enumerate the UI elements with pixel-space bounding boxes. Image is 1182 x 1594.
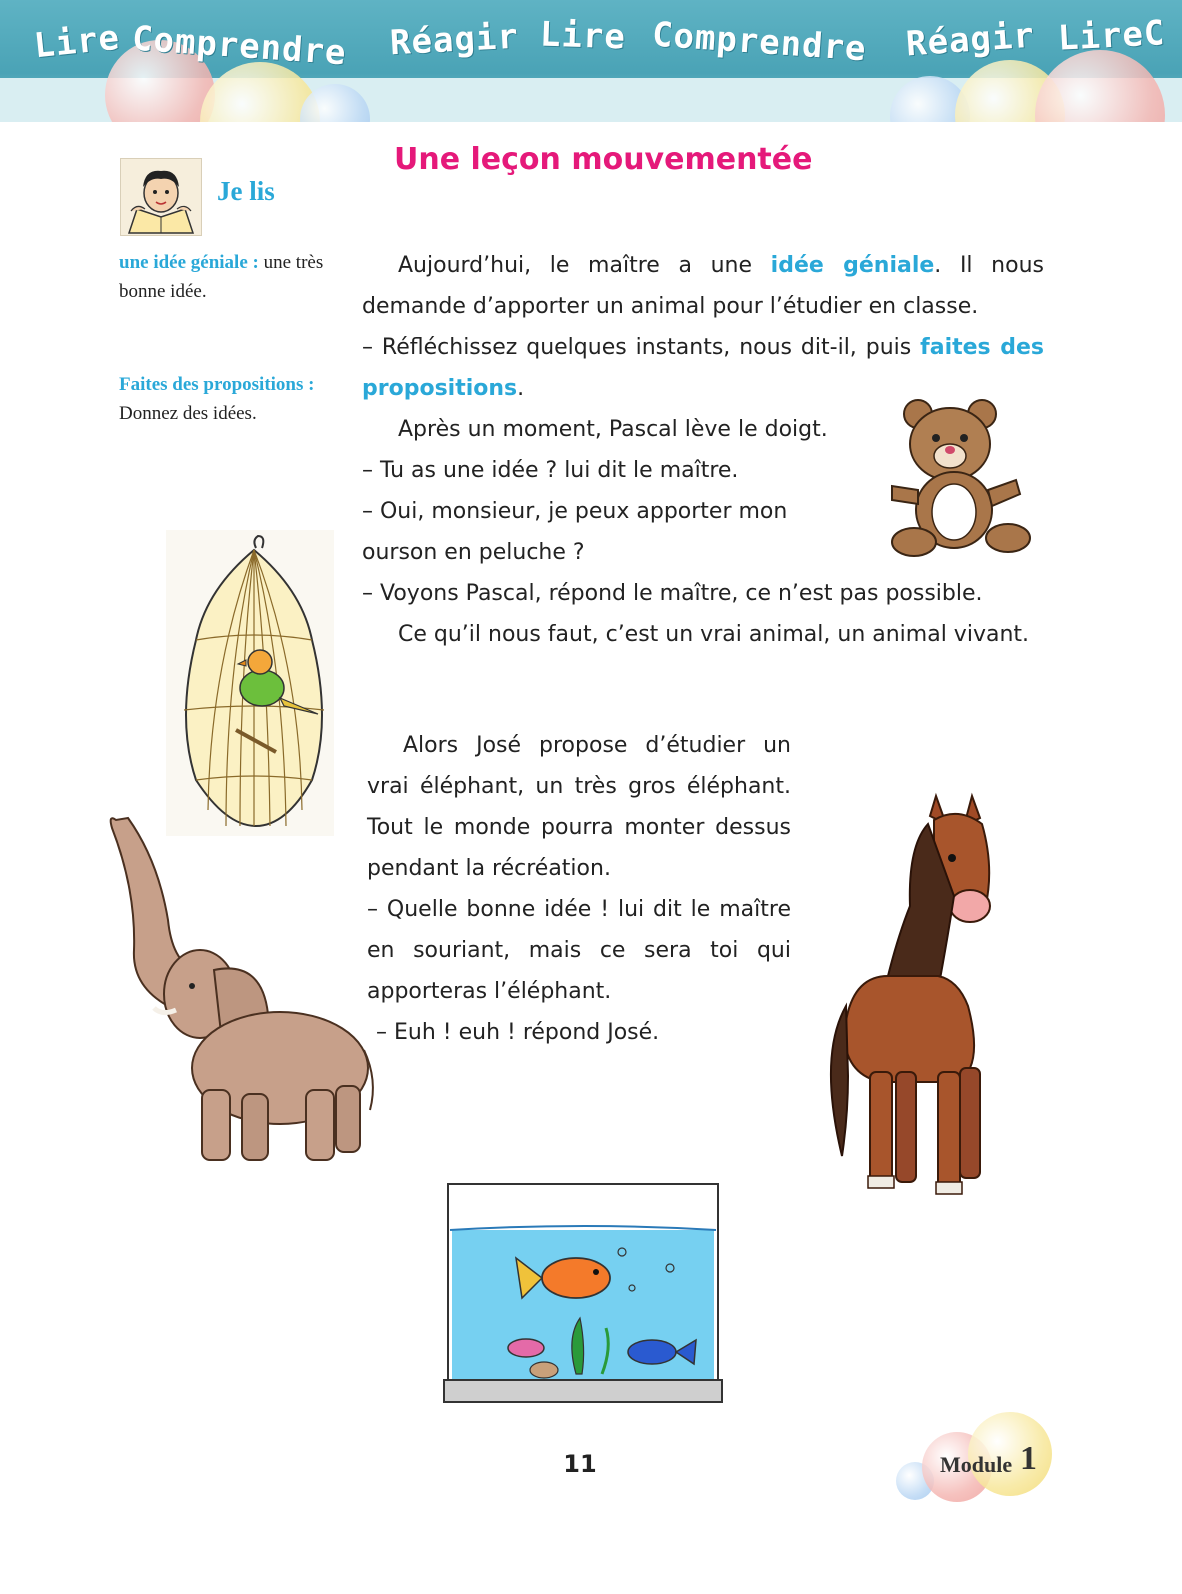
story-text: – Réfléchissez quelques instants, nous d… bbox=[362, 335, 912, 360]
story-line: – Tu as une idée ? lui dit le maître. bbox=[362, 458, 739, 483]
story-paragraph-1: Aujourd’hui, le maître a une idée génial… bbox=[362, 245, 1044, 327]
story-paragraph-5: – Quelle bonne idée ! lui dit le maître … bbox=[367, 897, 791, 1004]
aquarium-illustration bbox=[443, 1183, 723, 1403]
reading-child-illustration bbox=[120, 158, 202, 236]
story-line: – Voyons Pascal, répond le maître, ce n’… bbox=[362, 581, 983, 606]
glossary-term: une idée géniale : bbox=[119, 252, 259, 273]
banner-word: Comprendre bbox=[650, 14, 868, 70]
banner-word: Lire bbox=[539, 14, 627, 58]
page-number: 11 bbox=[563, 1450, 597, 1478]
banner-word: Lire bbox=[32, 17, 122, 67]
banner-words: Lire Comprendre Réagir Lire Comprendre R… bbox=[0, 0, 1182, 80]
elephant-illustration bbox=[109, 816, 374, 1161]
story-paragraph-6: – Euh ! euh ! répond José. bbox=[376, 1020, 660, 1045]
story-text: . bbox=[517, 376, 525, 401]
story-paragraph-4: Alors José propose d’étudier un vrai élé… bbox=[367, 733, 791, 881]
header-banner: Lire Comprendre Réagir Lire Comprendre R… bbox=[0, 0, 1182, 122]
banner-word: Comprendre bbox=[130, 18, 348, 74]
banner-word: LireC bbox=[1057, 13, 1167, 59]
glossary-term: Faites des propositions : bbox=[119, 374, 315, 395]
banner-word: Réagir bbox=[904, 15, 1037, 65]
module-number: 1 bbox=[1020, 1440, 1037, 1477]
glossary-entry: une idée géniale : une très bonne idée. bbox=[119, 248, 349, 306]
story-line: – Oui, monsieur, je peux apporter mon bbox=[362, 499, 788, 524]
story-line: ourson en peluche ? bbox=[362, 540, 585, 565]
banner-word: Réagir bbox=[389, 16, 520, 64]
module-label: Module bbox=[940, 1452, 1013, 1477]
section-label: Je lis bbox=[217, 176, 275, 206]
glossary-definition: Donnez des idées. bbox=[119, 403, 257, 424]
story-line: Ce qu’il nous faut, c’est un vrai animal… bbox=[398, 622, 1030, 647]
bird-cage-illustration bbox=[166, 530, 334, 836]
highlight-term: idée géniale bbox=[770, 253, 935, 278]
story-line: Après un moment, Pascal lève le doigt. bbox=[398, 417, 828, 442]
lesson-title: Une leçon mouvementée bbox=[394, 142, 813, 177]
glossary-entry: Faites des propositions : Donnez des idé… bbox=[119, 370, 349, 428]
story-text: Aujourd’hui, le maître a une bbox=[398, 253, 753, 278]
horse-illustration bbox=[829, 792, 991, 1195]
teddy-bear-illustration bbox=[891, 399, 1031, 557]
